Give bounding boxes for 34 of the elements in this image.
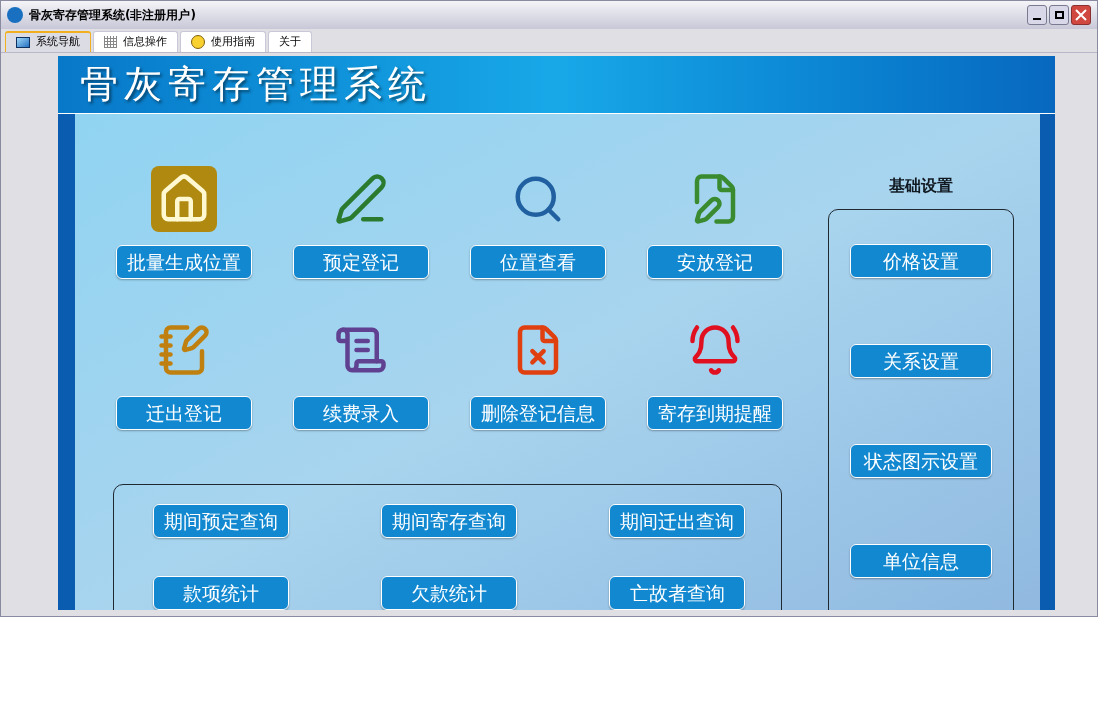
help-icon <box>191 35 205 49</box>
window-title: 骨灰寄存管理系统(非注册用户) <box>29 7 196 24</box>
settings-title: 基础设置 <box>889 175 953 196</box>
grid-icon <box>104 36 117 48</box>
nav-button[interactable]: 寄存到期提醒 <box>646 396 783 430</box>
tab[interactable]: 关于 <box>268 31 312 52</box>
nav-button[interactable]: 亡故者查询 <box>609 576 745 610</box>
close-button[interactable] <box>1071 5 1091 25</box>
nav-button[interactable]: 安放登记 <box>646 245 783 279</box>
nav-button[interactable]: 续费录入 <box>292 396 429 430</box>
tab[interactable]: 信息操作 <box>93 31 178 52</box>
nav-button[interactable]: 迁出登记 <box>115 396 252 430</box>
tab[interactable]: 使用指南 <box>180 31 266 52</box>
house-icon <box>150 166 217 232</box>
nav-button[interactable]: 删除登记信息 <box>469 396 606 430</box>
nav-button[interactable]: 单位信息 <box>850 544 992 578</box>
nav-button[interactable]: 款项统计 <box>153 576 289 610</box>
nav-button[interactable]: 期间寄存查询 <box>381 504 517 538</box>
app-logo-icon <box>7 7 23 23</box>
nav-button[interactable]: 期间预定查询 <box>153 504 289 538</box>
nav-button[interactable]: 批量生成位置 <box>115 245 252 279</box>
nav-button[interactable]: 价格设置 <box>850 244 992 278</box>
nav-button[interactable]: 欠款统计 <box>381 576 517 610</box>
nav-button[interactable]: 位置查看 <box>469 245 606 279</box>
restore-button[interactable] <box>1049 5 1069 25</box>
nav-button[interactable]: 关系设置 <box>850 344 992 378</box>
banner-title: 骨灰寄存管理系统 <box>80 61 432 108</box>
minimize-button[interactable] <box>1027 5 1047 25</box>
nav-button[interactable]: 状态图示设置 <box>850 444 992 478</box>
close-icon <box>1075 9 1087 21</box>
nav-button[interactable]: 预定登记 <box>292 245 429 279</box>
nav-button[interactable]: 期间迁出查询 <box>609 504 745 538</box>
tab[interactable]: 系统导航 <box>5 31 91 52</box>
monitor-icon <box>16 37 30 48</box>
